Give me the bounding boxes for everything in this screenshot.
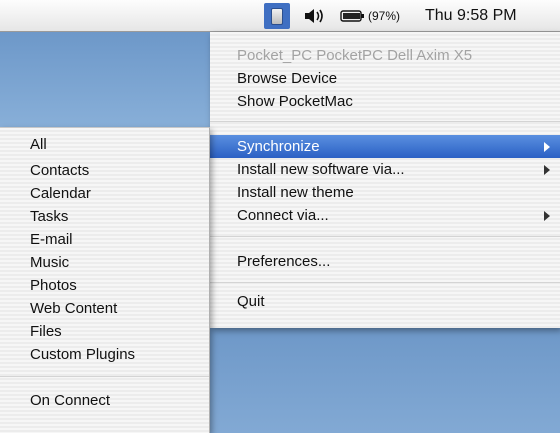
pocketmac-menu: Pocket_PC PocketPC Dell Axim X5 Browse D… <box>210 32 560 328</box>
submenu-item-photos[interactable]: Photos <box>0 274 209 297</box>
submenu-item-label: All <box>30 136 47 153</box>
submenu-item-music[interactable]: Music <box>0 251 209 274</box>
submenu-item-calendar[interactable]: Calendar <box>0 182 209 205</box>
speaker-volume-icon[interactable] <box>303 0 329 32</box>
menu-separator <box>210 282 560 283</box>
submenu-arrow-icon <box>544 165 550 175</box>
menu-separator <box>0 376 209 377</box>
menu-item-connect-via[interactable]: Connect via... <box>210 204 560 227</box>
menu-separator <box>210 236 560 237</box>
device-name-label: Pocket_PC PocketPC Dell Axim X5 <box>237 47 473 64</box>
submenu-item-label: On Connect <box>30 392 111 409</box>
pocketmac-device-icon[interactable] <box>264 3 290 29</box>
menu-bar: (97%) Thu 9:58 PM <box>0 0 560 32</box>
device-glyph <box>271 7 283 25</box>
submenu-item-email[interactable]: E-mail <box>0 228 209 251</box>
desktop-background <box>210 328 560 433</box>
submenu-item-label: Photos <box>30 277 77 294</box>
menu-item-preferences[interactable]: Preferences... <box>210 250 560 273</box>
submenu-item-label: Custom Plugins <box>30 346 136 363</box>
submenu-item-web-content[interactable]: Web Content <box>0 297 209 320</box>
menu-item-browse-device[interactable]: Browse Device <box>210 67 560 90</box>
submenu-item-on-connect[interactable]: On Connect <box>0 389 209 412</box>
submenu-item-label: Web Content <box>30 300 118 317</box>
submenu-item-all[interactable]: All <box>0 133 209 156</box>
submenu-item-label: Music <box>30 254 70 271</box>
menu-item-label: Browse Device <box>237 70 338 87</box>
submenu-item-tasks[interactable]: Tasks <box>0 205 209 228</box>
submenu-item-contacts[interactable]: Contacts <box>0 159 209 182</box>
submenu-item-label: Calendar <box>30 185 91 202</box>
menu-item-quit[interactable]: Quit <box>210 290 560 313</box>
menu-item-synchronize[interactable]: Synchronize <box>210 135 560 158</box>
clock-text: Thu 9:58 PM <box>425 7 517 24</box>
menu-item-label: Install new theme <box>237 184 354 201</box>
submenu-item-label: E-mail <box>30 231 73 248</box>
submenu-item-files[interactable]: Files <box>0 320 209 343</box>
menu-item-label: Show PocketMac <box>237 93 353 110</box>
menu-item-label: Install new software via... <box>237 161 405 178</box>
clock[interactable]: Thu 9:58 PM <box>425 0 517 32</box>
submenu-item-label: Contacts <box>30 162 90 179</box>
menu-item-label: Preferences... <box>237 253 331 270</box>
menu-separator <box>210 121 560 122</box>
menu-item-label: Quit <box>237 293 265 310</box>
menu-item-label: Connect via... <box>237 207 329 224</box>
menu-item-install-theme[interactable]: Install new theme <box>210 181 560 204</box>
desktop-background <box>0 32 210 127</box>
battery-indicator[interactable]: (97%) <box>340 0 400 32</box>
menu-item-install-software[interactable]: Install new software via... <box>210 158 560 181</box>
device-name-header: Pocket_PC PocketPC Dell Axim X5 <box>210 44 560 67</box>
battery-percent: (97%) <box>368 9 401 23</box>
menu-item-show-pocketmac[interactable]: Show PocketMac <box>210 90 560 113</box>
submenu-item-label: Tasks <box>30 208 69 225</box>
battery-icon <box>340 10 364 22</box>
submenu-item-custom-plugins[interactable]: Custom Plugins <box>0 343 209 366</box>
menu-item-label: Synchronize <box>237 138 320 155</box>
submenu-arrow-icon <box>544 142 550 152</box>
submenu-item-label: Files <box>30 323 62 340</box>
synchronize-submenu: All Contacts Calendar Tasks E-mail Music… <box>0 127 210 433</box>
submenu-arrow-icon <box>544 211 550 221</box>
